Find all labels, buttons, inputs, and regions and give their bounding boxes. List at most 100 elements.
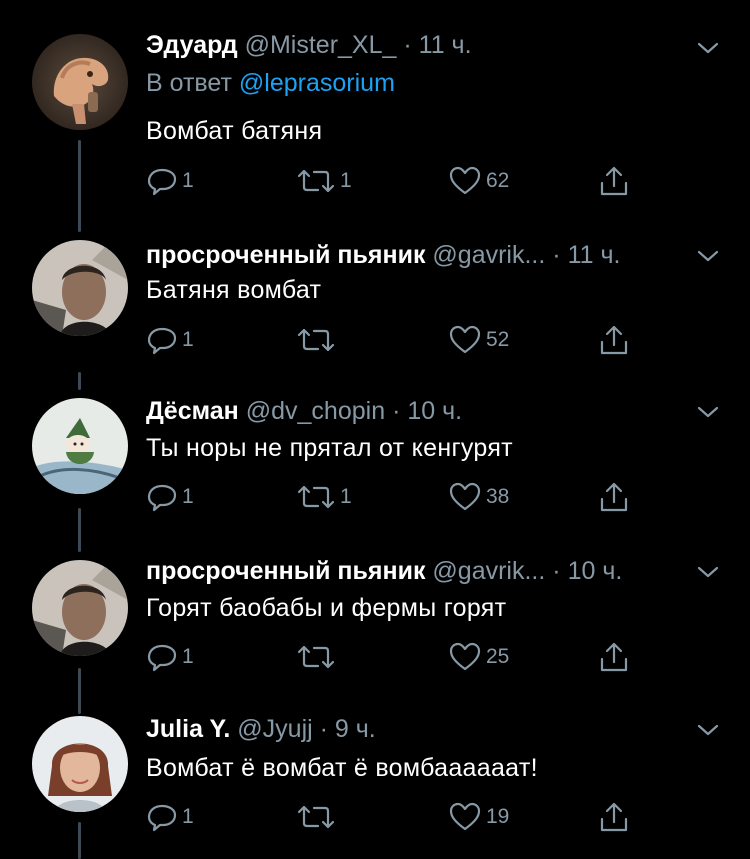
- tweet-text: Вомбат батяня: [146, 117, 323, 145]
- timestamp[interactable]: 11 ч.: [419, 31, 472, 59]
- retweet-icon: [297, 645, 335, 669]
- woman-avatar-icon: [32, 716, 128, 812]
- reply-context: В ответ @leprasorium: [146, 68, 395, 98]
- like-count: 52: [486, 328, 510, 351]
- avatar[interactable]: [32, 34, 128, 130]
- like-button[interactable]: 38: [448, 480, 509, 514]
- share-button[interactable]: [598, 640, 630, 674]
- tweet-header: Julia Y. @Jyujj · 9 ч.: [146, 714, 376, 744]
- tweet[interactable]: Эдуард @Mister_XL_ · 11 ч. В ответ @lepr…: [0, 0, 750, 232]
- reply-icon: [147, 484, 177, 512]
- tweet-actions: 1 1 62: [146, 164, 646, 198]
- like-button[interactable]: 25: [448, 640, 509, 674]
- separator-dot: ·: [392, 397, 401, 425]
- tweet[interactable]: просроченный пьяник @gavrik... · 10 ч. Г…: [0, 552, 750, 714]
- timestamp[interactable]: 11 ч.: [568, 241, 621, 269]
- reply-count: 1: [182, 328, 194, 351]
- avatar[interactable]: [32, 560, 128, 656]
- man-avatar-icon: [32, 560, 128, 656]
- heart-icon: [449, 325, 481, 354]
- reply-button[interactable]: 1: [146, 800, 194, 834]
- reply-mention-link[interactable]: @leprasorium: [239, 69, 395, 97]
- reply-icon: [147, 168, 177, 196]
- user-handle[interactable]: @gavrik...: [432, 557, 545, 585]
- retweet-count: 1: [340, 169, 352, 192]
- avatar[interactable]: [32, 398, 128, 494]
- reply-button[interactable]: 1: [146, 640, 194, 674]
- tweet-text: Вомбат ё вомбат ё вомбаааааат!: [146, 754, 538, 782]
- chevron-down-icon[interactable]: [696, 562, 720, 582]
- heart-icon: [449, 642, 481, 671]
- reply-count: 1: [182, 805, 194, 828]
- thread-line: [78, 668, 81, 714]
- like-button[interactable]: 52: [448, 323, 509, 357]
- share-button[interactable]: [598, 800, 630, 834]
- retweet-button[interactable]: [296, 323, 340, 357]
- tweet[interactable]: Julia Y. @Jyujj · 9 ч. Вомбат ё вомбат ё…: [0, 714, 750, 859]
- retweet-button[interactable]: 1: [296, 480, 352, 514]
- retweet-icon: [297, 328, 335, 352]
- thread-line: [78, 822, 81, 859]
- timestamp[interactable]: 9 ч.: [335, 715, 376, 743]
- user-handle[interactable]: @dv_chopin: [246, 397, 385, 425]
- user-handle[interactable]: @Mister_XL_: [245, 31, 397, 59]
- chevron-down-icon[interactable]: [696, 38, 720, 58]
- reply-count: 1: [182, 169, 194, 192]
- tweet-actions: 1 1 38: [146, 480, 646, 514]
- avatar[interactable]: [32, 240, 128, 336]
- share-icon: [600, 802, 628, 832]
- tweet-header: просроченный пьяник @gavrik... · 11 ч.: [146, 240, 620, 270]
- share-button[interactable]: [598, 323, 630, 357]
- tweet[interactable]: Дёсман @dv_chopin · 10 ч. Ты норы не пря…: [0, 390, 750, 552]
- user-handle[interactable]: @gavrik...: [432, 241, 545, 269]
- like-button[interactable]: 62: [448, 164, 509, 198]
- user-name[interactable]: Эдуард: [146, 31, 238, 59]
- share-button[interactable]: [598, 164, 630, 198]
- heart-icon: [449, 166, 481, 195]
- tweet-text: Горят баобабы и фермы горят: [146, 594, 507, 622]
- tweet-text: Ты норы не прятал от кенгурят: [146, 434, 513, 462]
- separator-dot: ·: [319, 715, 328, 743]
- timestamp[interactable]: 10 ч.: [568, 557, 623, 585]
- heart-icon: [449, 482, 481, 511]
- like-count: 19: [486, 805, 510, 828]
- tweet-header: просроченный пьяник @gavrik... · 10 ч.: [146, 556, 622, 586]
- thread-line: [78, 508, 81, 552]
- separator-dot: ·: [552, 557, 561, 585]
- separator-dot: ·: [552, 241, 561, 269]
- like-button[interactable]: 19: [448, 800, 509, 834]
- dragon-avatar-icon: [32, 34, 128, 130]
- user-handle[interactable]: @Jyujj: [237, 715, 312, 743]
- user-name[interactable]: просроченный пьяник: [146, 241, 425, 269]
- timestamp[interactable]: 10 ч.: [407, 397, 462, 425]
- tweet-text: Батяня вомбат: [146, 276, 322, 304]
- tweet-actions: 1 25: [146, 640, 646, 674]
- reply-icon: [147, 804, 177, 832]
- chevron-down-icon[interactable]: [696, 402, 720, 422]
- reply-button[interactable]: 1: [146, 164, 194, 198]
- chevron-down-icon[interactable]: [696, 720, 720, 740]
- retweet-button[interactable]: [296, 800, 340, 834]
- tweet-header: Дёсман @dv_chopin · 10 ч.: [146, 396, 462, 426]
- user-name[interactable]: Julia Y.: [146, 715, 230, 743]
- reply-button[interactable]: 1: [146, 480, 194, 514]
- like-count: 62: [486, 169, 510, 192]
- reply-prefix: В ответ: [146, 69, 232, 97]
- tweet-actions: 1 19: [146, 800, 646, 834]
- retweet-button[interactable]: 1: [296, 164, 352, 198]
- retweet-icon: [297, 169, 335, 193]
- heart-icon: [449, 802, 481, 831]
- reply-count: 1: [182, 485, 194, 508]
- reply-button[interactable]: 1: [146, 323, 194, 357]
- like-count: 25: [486, 645, 510, 668]
- user-name[interactable]: просроченный пьяник: [146, 557, 425, 585]
- avatar[interactable]: [32, 716, 128, 812]
- retweet-button[interactable]: [296, 640, 340, 674]
- tweet-actions: 1 52: [146, 323, 646, 357]
- user-name[interactable]: Дёсман: [146, 397, 239, 425]
- separator-dot: ·: [403, 31, 412, 59]
- chevron-down-icon[interactable]: [696, 246, 720, 266]
- thread-line: [78, 140, 81, 232]
- tweet[interactable]: просроченный пьяник @gavrik... · 11 ч. Б…: [0, 232, 750, 390]
- share-button[interactable]: [598, 480, 630, 514]
